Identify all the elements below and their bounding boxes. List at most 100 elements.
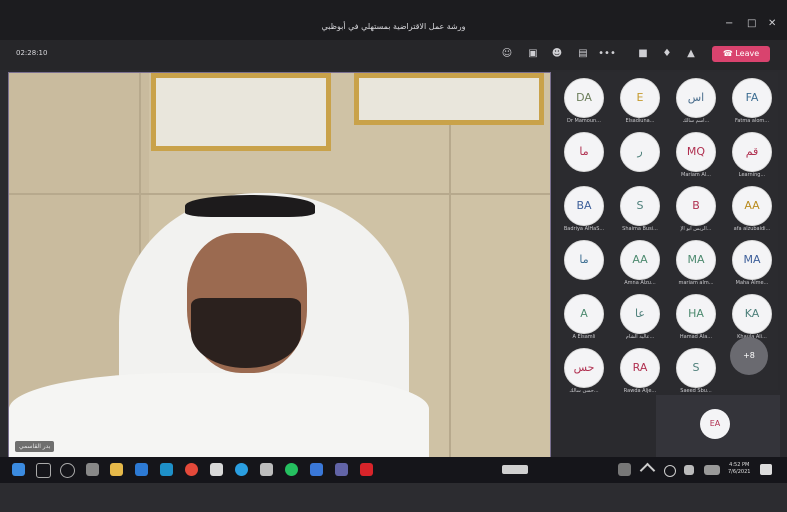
cortana-icon[interactable] <box>60 463 75 478</box>
participant-tile[interactable]: قم Learning... <box>726 130 778 180</box>
leave-button[interactable]: ☎ Leave <box>712 46 770 62</box>
notification-icon[interactable] <box>760 464 772 475</box>
participant-avatar: DA <box>564 78 604 118</box>
participant-name: A Elsamli <box>572 334 596 340</box>
participant-tile[interactable]: حس حسن سالك... <box>558 346 610 396</box>
maximize-button[interactable]: □ <box>747 18 756 29</box>
participant-tile[interactable]: AA Amna Alzu... <box>614 238 666 288</box>
mail-icon[interactable] <box>135 463 148 476</box>
participant-avatar: حس <box>564 348 604 388</box>
participant-name: Elsadiuna... <box>625 118 655 124</box>
participant-avatar: B <box>676 186 716 226</box>
participant-tile[interactable]: S Shaima Busi... <box>614 184 666 234</box>
acrobat-icon[interactable] <box>360 463 373 476</box>
store-icon[interactable] <box>160 463 173 476</box>
task-view-icon[interactable] <box>86 463 99 476</box>
participant-avatar: FA <box>732 78 772 118</box>
speaker-name-tag: بدر القاسمي <box>15 441 55 452</box>
settings-icon[interactable] <box>260 463 273 476</box>
clock-date: 7/6/2021 <box>728 469 751 475</box>
language-icon[interactable] <box>704 465 720 475</box>
file-explorer-icon[interactable] <box>110 463 123 476</box>
participant-name: afa alzubaidi... <box>733 226 771 232</box>
people-icon[interactable]: ☺ <box>500 47 514 61</box>
participant-tile[interactable]: FA Fatma alom... <box>726 76 778 126</box>
more-participants-button[interactable]: +8 <box>730 337 768 375</box>
whatsapp-icon[interactable] <box>285 463 298 476</box>
minimize-button[interactable]: − <box>725 18 733 29</box>
participant-tile[interactable]: ما <box>558 238 610 288</box>
search-icon[interactable] <box>36 463 51 478</box>
notepad-icon[interactable] <box>210 463 223 476</box>
participant-tile[interactable]: E Elsadiuna... <box>614 76 666 126</box>
participant-name: Saeed Sbu... <box>680 388 712 394</box>
microphone-icon[interactable]: ♦ <box>660 47 674 61</box>
participant-tile[interactable]: AA afa alzubaidi... <box>726 184 778 234</box>
participant-avatar: S <box>676 348 716 388</box>
title-bar: ورشة عمل الاقتراضية بمستهلي في أبوظبي − … <box>0 0 787 40</box>
participant-name: Amna Alzu... <box>624 280 656 286</box>
participant-avatar: ما <box>564 132 604 172</box>
participant-tile[interactable]: DA Dr Mamoun... <box>558 76 610 126</box>
windows-taskbar: 4:52 PM 7/6/2021 <box>0 457 787 483</box>
wall-frame <box>151 73 331 151</box>
chevron-up-icon[interactable] <box>639 462 656 479</box>
rooms-icon[interactable]: ▤ <box>576 47 590 61</box>
participant-avatar: AA <box>620 240 660 280</box>
participant-tile[interactable]: S Saeed Sbu... <box>670 346 722 396</box>
chrome-icon[interactable] <box>185 463 198 476</box>
participant-tile[interactable]: RA Rawda Alje... <box>614 346 666 396</box>
speaker-thobe <box>9 373 429 458</box>
participant-tile[interactable]: KAKhaula Ali... <box>726 292 778 342</box>
participant-avatar: KA <box>732 294 772 334</box>
self-view[interactable]: EA <box>656 395 780 457</box>
camera-icon[interactable]: ■ <box>636 47 650 61</box>
participant-tile[interactable]: MA Maha Alme... <box>726 238 778 288</box>
participant-avatar: HA <box>676 294 716 334</box>
participant-tile[interactable]: BA Badriya AlHaS... <box>558 184 610 234</box>
participant-tile[interactable]: MQ Mariam Al... <box>670 130 722 180</box>
participant-name: اسم سالك... <box>682 118 710 124</box>
participant-avatar: A <box>564 294 604 334</box>
participant-avatar: S <box>620 186 660 226</box>
participant-name: Maha Alme... <box>735 280 769 286</box>
participant-tile[interactable]: ر <box>614 130 666 180</box>
chat-icon[interactable]: ▣ <box>526 47 540 61</box>
taskbar-clock[interactable]: 4:52 PM 7/6/2021 <box>728 462 750 476</box>
edge-icon[interactable] <box>235 463 248 476</box>
outlook-icon[interactable] <box>310 463 323 476</box>
participant-tile[interactable]: اس اسم سالك... <box>670 76 722 126</box>
teams-icon[interactable] <box>335 463 348 476</box>
participant-avatar: عا <box>620 294 660 334</box>
battery-icon <box>502 465 528 474</box>
speaker-agal <box>185 195 315 217</box>
speaker-video[interactable]: بدر القاسمي <box>8 72 551 459</box>
participant-tile[interactable]: MA mariam alm... <box>670 238 722 288</box>
start-icon[interactable] <box>12 463 25 476</box>
more-actions-button[interactable]: ••• <box>598 47 616 61</box>
participant-tile[interactable]: HA Hamad Ala... <box>670 292 722 342</box>
participant-name: Dr Mamoun... <box>567 118 601 124</box>
participant-name: Learning... <box>738 172 766 178</box>
wifi-icon[interactable] <box>664 465 676 477</box>
phone-icon: ☎ <box>722 49 736 58</box>
participant-name: عالية الشام... <box>625 334 655 340</box>
meeting-timer: 02:28:10 <box>16 49 48 57</box>
participant-tile[interactable]: B الريس ابو الإ... <box>670 184 722 234</box>
volume-icon[interactable] <box>684 465 694 475</box>
reactions-icon[interactable]: ☻ <box>550 47 564 61</box>
participant-tile[interactable]: ما <box>558 130 610 180</box>
close-button[interactable]: ✕ <box>768 18 776 29</box>
share-screen-icon[interactable]: ▲ <box>684 47 698 61</box>
keyboard-icon[interactable] <box>618 463 631 476</box>
participant-avatar: MA <box>676 240 716 280</box>
window-title: ورشة عمل الاقتراضية بمستهلي في أبوظبي <box>321 22 466 31</box>
participant-avatar: ر <box>620 132 660 172</box>
participant-name: حسن سالك... <box>569 388 599 394</box>
participant-tile[interactable]: عا عالية الشام... <box>614 292 666 342</box>
participant-avatar: RA <box>620 348 660 388</box>
meeting-toolbar: 02:28:10 ☺ ▣ ☻ ▤ ••• ■ ♦ ▲ ☎ Leave <box>0 40 787 70</box>
desk-area <box>0 483 787 512</box>
wall-frame <box>354 73 544 125</box>
participant-tile[interactable]: AA Elsamli <box>558 292 610 342</box>
